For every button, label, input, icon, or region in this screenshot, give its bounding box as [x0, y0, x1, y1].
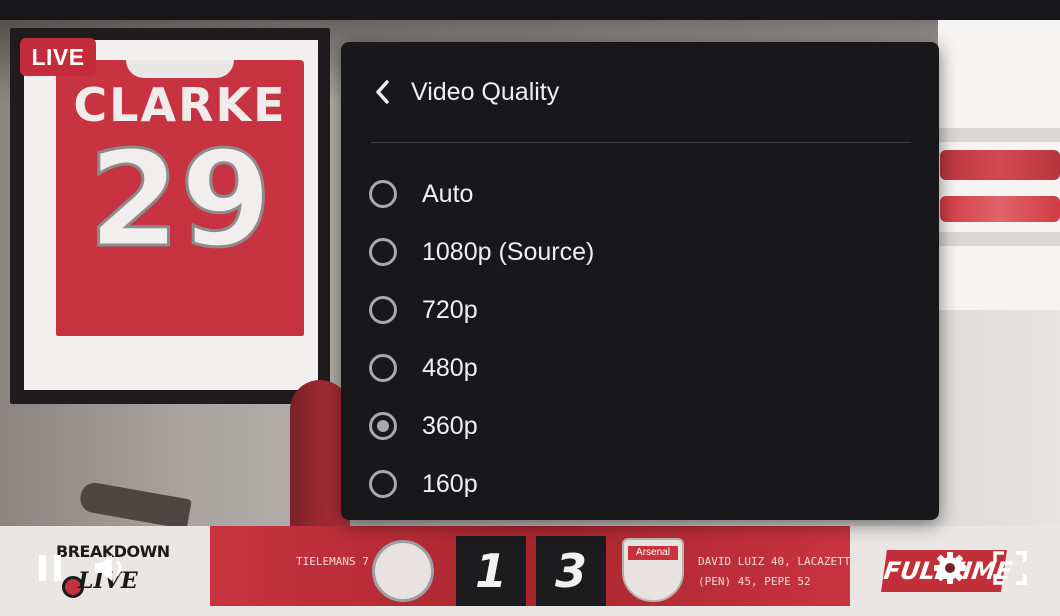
option-label: 480p	[422, 353, 478, 382]
radio-720p[interactable]	[369, 296, 397, 324]
menu-divider	[371, 142, 911, 143]
settings-button[interactable]	[930, 548, 970, 588]
option-label: 720p	[422, 295, 478, 324]
top-strip	[0, 0, 1060, 20]
pause-button[interactable]	[34, 550, 66, 586]
home-scorers: TIELEMANS 7	[296, 555, 369, 568]
quality-option-auto[interactable]: Auto	[369, 168, 909, 220]
back-button[interactable]: Video Quality	[373, 66, 559, 118]
cabinet-shelf	[938, 232, 1060, 246]
fullscreen-button[interactable]	[990, 548, 1030, 588]
volume-icon	[95, 555, 122, 581]
chevron-left-icon	[376, 80, 389, 104]
radio-160p[interactable]	[369, 470, 397, 498]
pause-icon	[39, 555, 61, 581]
video-quality-menu: Video Quality Auto 1080p (Source) 720p 4…	[341, 42, 939, 520]
fullscreen-icon	[993, 551, 1027, 585]
home-score: 1	[456, 536, 526, 606]
radio-1080p[interactable]	[369, 238, 397, 266]
radio-480p[interactable]	[369, 354, 397, 382]
away-scorers-line1: DAVID LUIZ 40, LACAZETTE	[698, 555, 857, 568]
radio-auto[interactable]	[369, 180, 397, 208]
quality-option-1080p[interactable]: 1080p (Source)	[369, 226, 909, 278]
option-label: 1080p (Source)	[422, 237, 595, 266]
radio-360p[interactable]	[369, 412, 397, 440]
quality-option-160p[interactable]: 160p	[369, 458, 909, 510]
home-team-crest	[372, 540, 434, 602]
gear-icon	[934, 552, 966, 584]
option-label: 160p	[422, 469, 478, 498]
cabinet-shelf	[938, 128, 1060, 142]
menu-title: Video Quality	[411, 77, 560, 106]
shirt-number: 29	[87, 123, 274, 277]
option-label: Auto	[422, 179, 474, 208]
live-badge: LIVE	[20, 38, 96, 76]
boots-row	[940, 150, 1060, 180]
framed-shirt: CLARKE 29	[56, 60, 304, 336]
boots-row	[940, 196, 1060, 222]
quality-option-720p[interactable]: 720p	[369, 284, 909, 336]
away-team-crest: Arsenal	[622, 538, 684, 602]
away-scorers-line2: (PEN) 45, PEPE 52	[698, 575, 811, 588]
shirt-collar	[126, 60, 234, 78]
quality-option-360p[interactable]: 360p	[369, 400, 909, 452]
video-player[interactable]: CLARKE 29 BREAKDOWN LIVE TIELEMANS 7 1 3…	[0, 0, 1060, 616]
volume-button[interactable]	[90, 548, 130, 588]
away-team-badge-text: Arsenal	[628, 546, 678, 560]
option-label: 360p	[422, 411, 478, 440]
away-score: 3	[536, 536, 606, 606]
quality-option-480p[interactable]: 480p	[369, 342, 909, 394]
